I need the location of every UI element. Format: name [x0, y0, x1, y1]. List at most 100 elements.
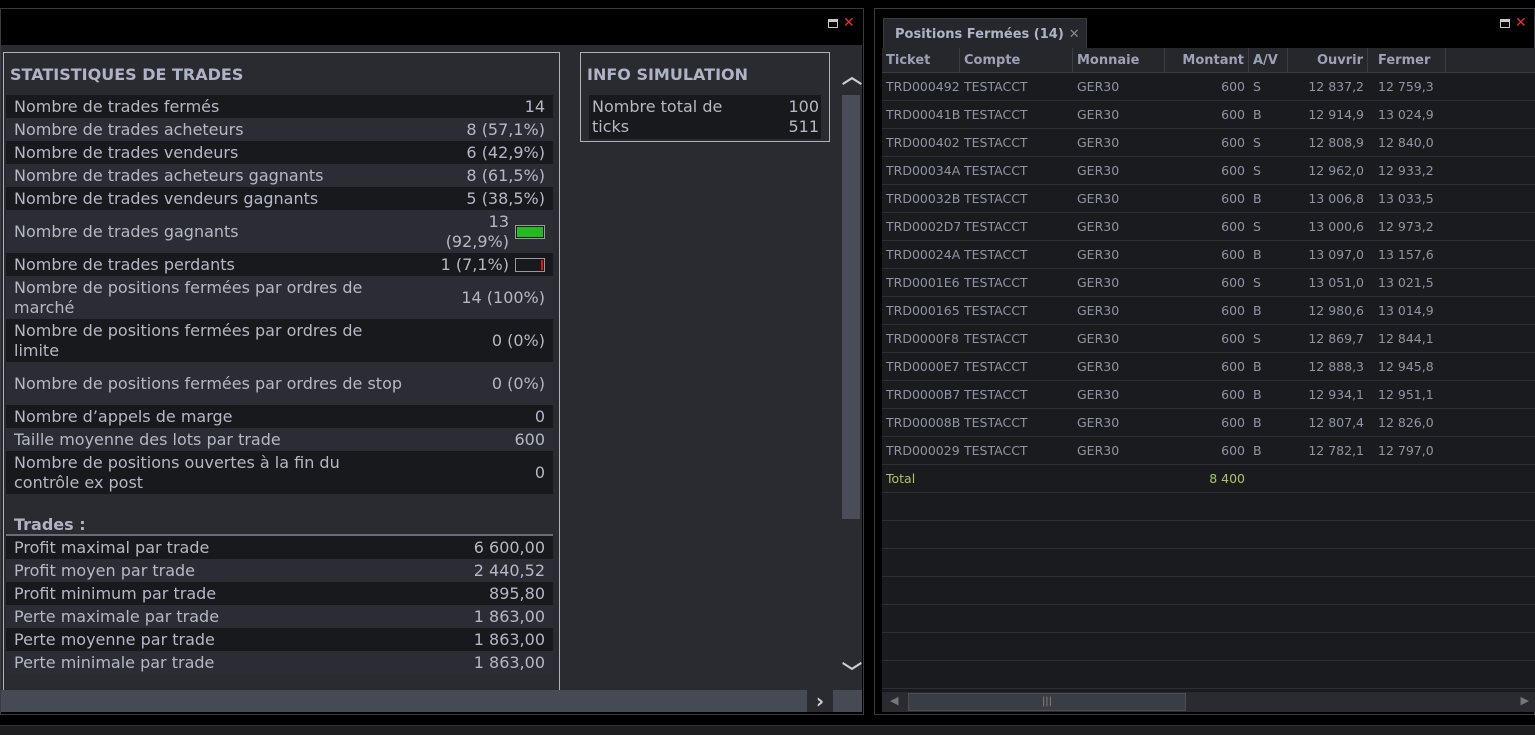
close-icon[interactable]: ✕: [843, 16, 855, 30]
scroll-up-icon[interactable]: ︿: [842, 60, 862, 89]
table-cell: 12 808,9: [1308, 135, 1364, 150]
table-row[interactable]: TRD0000F8 TESTACCT GER30 600 S 12 869,7 12 844…: [882, 325, 1535, 353]
table-row[interactable]: TRD00024A TESTACCT GER30 600 B 13 097,0 13 157…: [882, 241, 1535, 269]
horizontal-scrollbar[interactable]: [1, 690, 862, 712]
stat-row: Nombre de positions fermées par ordres d…: [6, 319, 553, 362]
table-cell: B: [1253, 247, 1262, 262]
table-cell: TESTACCT: [964, 247, 1028, 262]
table-row[interactable]: TRD000402 TESTACCT GER30 600 S 12 808,9 12 840…: [882, 129, 1535, 157]
scroll-right-icon[interactable]: ▶: [1521, 694, 1529, 707]
tab-closed-positions[interactable]: Positions Fermées (14) ✕: [883, 18, 1087, 48]
table-row[interactable]: TRD00034A TESTACCT GER30 600 S 12 962,0 12 933…: [882, 157, 1535, 185]
stat-value: 14 (100%): [461, 287, 545, 307]
stat-value: 2 440,52: [473, 560, 545, 580]
table-cell: TRD00008B: [886, 415, 960, 430]
trade-stat-row: Profit moyen par trade 2 440,52: [6, 559, 553, 582]
table-cell: TESTACCT: [964, 219, 1028, 234]
total-amount: 8 400: [1209, 471, 1245, 486]
table-cell: GER30: [1077, 219, 1120, 234]
stat-label: Nombre de positions fermées par ordres d…: [14, 373, 403, 393]
close-icon[interactable]: ✕: [1515, 16, 1527, 30]
table-row[interactable]: TRD00041B TESTACCT GER30 600 B 12 914,9 13 024…: [882, 101, 1535, 129]
stat-label: Nombre d’appels de marge: [14, 406, 233, 426]
stats-title: STATISTIQUES DE TRADES: [10, 65, 244, 84]
tab-label: Positions Fermées (14): [895, 27, 1064, 42]
table-cell: 12 869,7: [1308, 331, 1364, 346]
stat-label: Nombre de trades fermés: [14, 96, 220, 116]
table-row[interactable]: TRD0000E7 TESTACCT GER30 600 B 12 888,3 12 945…: [882, 353, 1535, 381]
stat-value-group: 8 (57,1%): [466, 120, 545, 140]
table-cell: TESTACCT: [964, 443, 1028, 458]
stat-value: 895,80: [489, 583, 545, 603]
table-cell: 12 945,8: [1378, 359, 1434, 374]
stat-value: 0: [534, 462, 545, 482]
table-row[interactable]: TRD0002D7 TESTACCT GER30 600 S 13 000,6 12 973…: [882, 213, 1535, 241]
tab-close-icon[interactable]: ✕: [1069, 27, 1080, 42]
stat-value-group: 0: [535, 463, 545, 483]
table-scrollbar-thumb[interactable]: |||: [908, 693, 1186, 711]
table-cell: TESTACCT: [964, 415, 1028, 430]
maximize-icon[interactable]: [828, 18, 838, 28]
stat-row: Taille moyenne des lots par trade 600: [6, 428, 553, 451]
closed-positions-table: Ticket Compte Monnaie Montant A/V Ouvrir Ferme…: [882, 48, 1535, 692]
maximize-icon[interactable]: [1500, 18, 1510, 28]
stat-label: Nombre de trades acheteurs: [14, 119, 244, 139]
trade-stat-row: Perte minimale par trade 1 863,00: [6, 651, 553, 674]
column-header-montant[interactable]: Montant: [1165, 48, 1249, 72]
stat-value: 6 (42,9%): [466, 142, 545, 162]
column-header-compte[interactable]: Compte: [960, 48, 1073, 72]
stat-value: 0: [534, 406, 545, 426]
stat-value: 8 (57,1%): [466, 119, 545, 139]
table-cell: 12 962,0: [1308, 163, 1364, 178]
stat-value-group: 0 (0%): [492, 331, 545, 351]
table-cell: 13 014,9: [1378, 303, 1434, 318]
column-header-fermer[interactable]: Fermer: [1368, 48, 1446, 72]
table-cell: 600: [1221, 359, 1245, 374]
table-cell: TRD000165: [886, 303, 960, 318]
scroll-down-icon[interactable]: ﹀: [842, 656, 862, 685]
table-cell: 600: [1221, 163, 1245, 178]
table-cell: GER30: [1077, 415, 1120, 430]
table-cell: B: [1253, 107, 1262, 122]
stat-value-group: 13 (92,9%): [429, 212, 545, 252]
table-cell: TESTACCT: [964, 303, 1028, 318]
column-header-av[interactable]: A/V: [1249, 48, 1288, 72]
stat-value: 13 (92,9%): [445, 211, 509, 251]
table-cell: S: [1253, 331, 1261, 346]
stat-value-group: 0 (0%): [492, 374, 545, 394]
scroll-left-icon[interactable]: ◀: [890, 694, 898, 707]
table-cell: TRD0000E7: [886, 359, 960, 374]
table-cell: TRD00041B: [886, 107, 960, 122]
table-row[interactable]: TRD000492 TESTACCT GER30 600 S 12 837,2 12 759…: [882, 73, 1535, 101]
table-cell: 600: [1221, 107, 1245, 122]
stat-label: Perte minimale par trade: [14, 652, 215, 672]
column-header-monnaie[interactable]: Monnaie: [1073, 48, 1165, 72]
table-cell: 12 840,0: [1378, 135, 1434, 150]
stat-value: 6 600,00: [473, 537, 545, 557]
table-cell: B: [1253, 415, 1262, 430]
table-row[interactable]: TRD00008B TESTACCT GER30 600 B 12 807,4 12 826…: [882, 409, 1535, 437]
table-row[interactable]: TRD0001E6 TESTACCT GER30 600 S 13 051,0 13 021…: [882, 269, 1535, 297]
table-cell: 600: [1221, 331, 1245, 346]
table-cell: 12 797,0: [1378, 443, 1434, 458]
table-row[interactable]: TRD000029 TESTACCT GER30 600 B 12 782,1 12 797…: [882, 437, 1535, 465]
stat-value-group: 600: [514, 430, 545, 450]
stat-row: Nombre d’appels de marge 0: [6, 405, 553, 428]
table-total-row: Total 8 400: [882, 465, 1535, 493]
column-header-ouvrir[interactable]: Ouvrir: [1288, 48, 1368, 72]
table-cell: GER30: [1077, 191, 1120, 206]
table-row[interactable]: TRD00032B TESTACCT GER30 600 B 13 006,8 13 033…: [882, 185, 1535, 213]
stat-value: 8 (61,5%): [466, 165, 545, 185]
table-cell: 13 157,6: [1378, 247, 1434, 262]
table-row[interactable]: TRD0000B7 TESTACCT GER30 600 B 12 934,1 12 951…: [882, 381, 1535, 409]
table-row[interactable]: TRD000165 TESTACCT GER30 600 B 12 980,6 13 014…: [882, 297, 1535, 325]
scroll-right-icon[interactable]: ›: [807, 690, 833, 712]
table-cell: GER30: [1077, 303, 1120, 318]
column-header-ticket[interactable]: Ticket: [882, 48, 960, 72]
stat-row: Nombre de trades acheteurs gagnants 8 (61…: [6, 164, 553, 187]
stat-value: 1 863,00: [473, 606, 545, 626]
vertical-scrollbar-thumb[interactable]: [842, 95, 860, 519]
stat-value: 1 (7,1%): [440, 254, 509, 274]
table-cell: S: [1253, 163, 1261, 178]
trade-stat-row: Perte moyenne par trade 1 863,00: [6, 628, 553, 651]
